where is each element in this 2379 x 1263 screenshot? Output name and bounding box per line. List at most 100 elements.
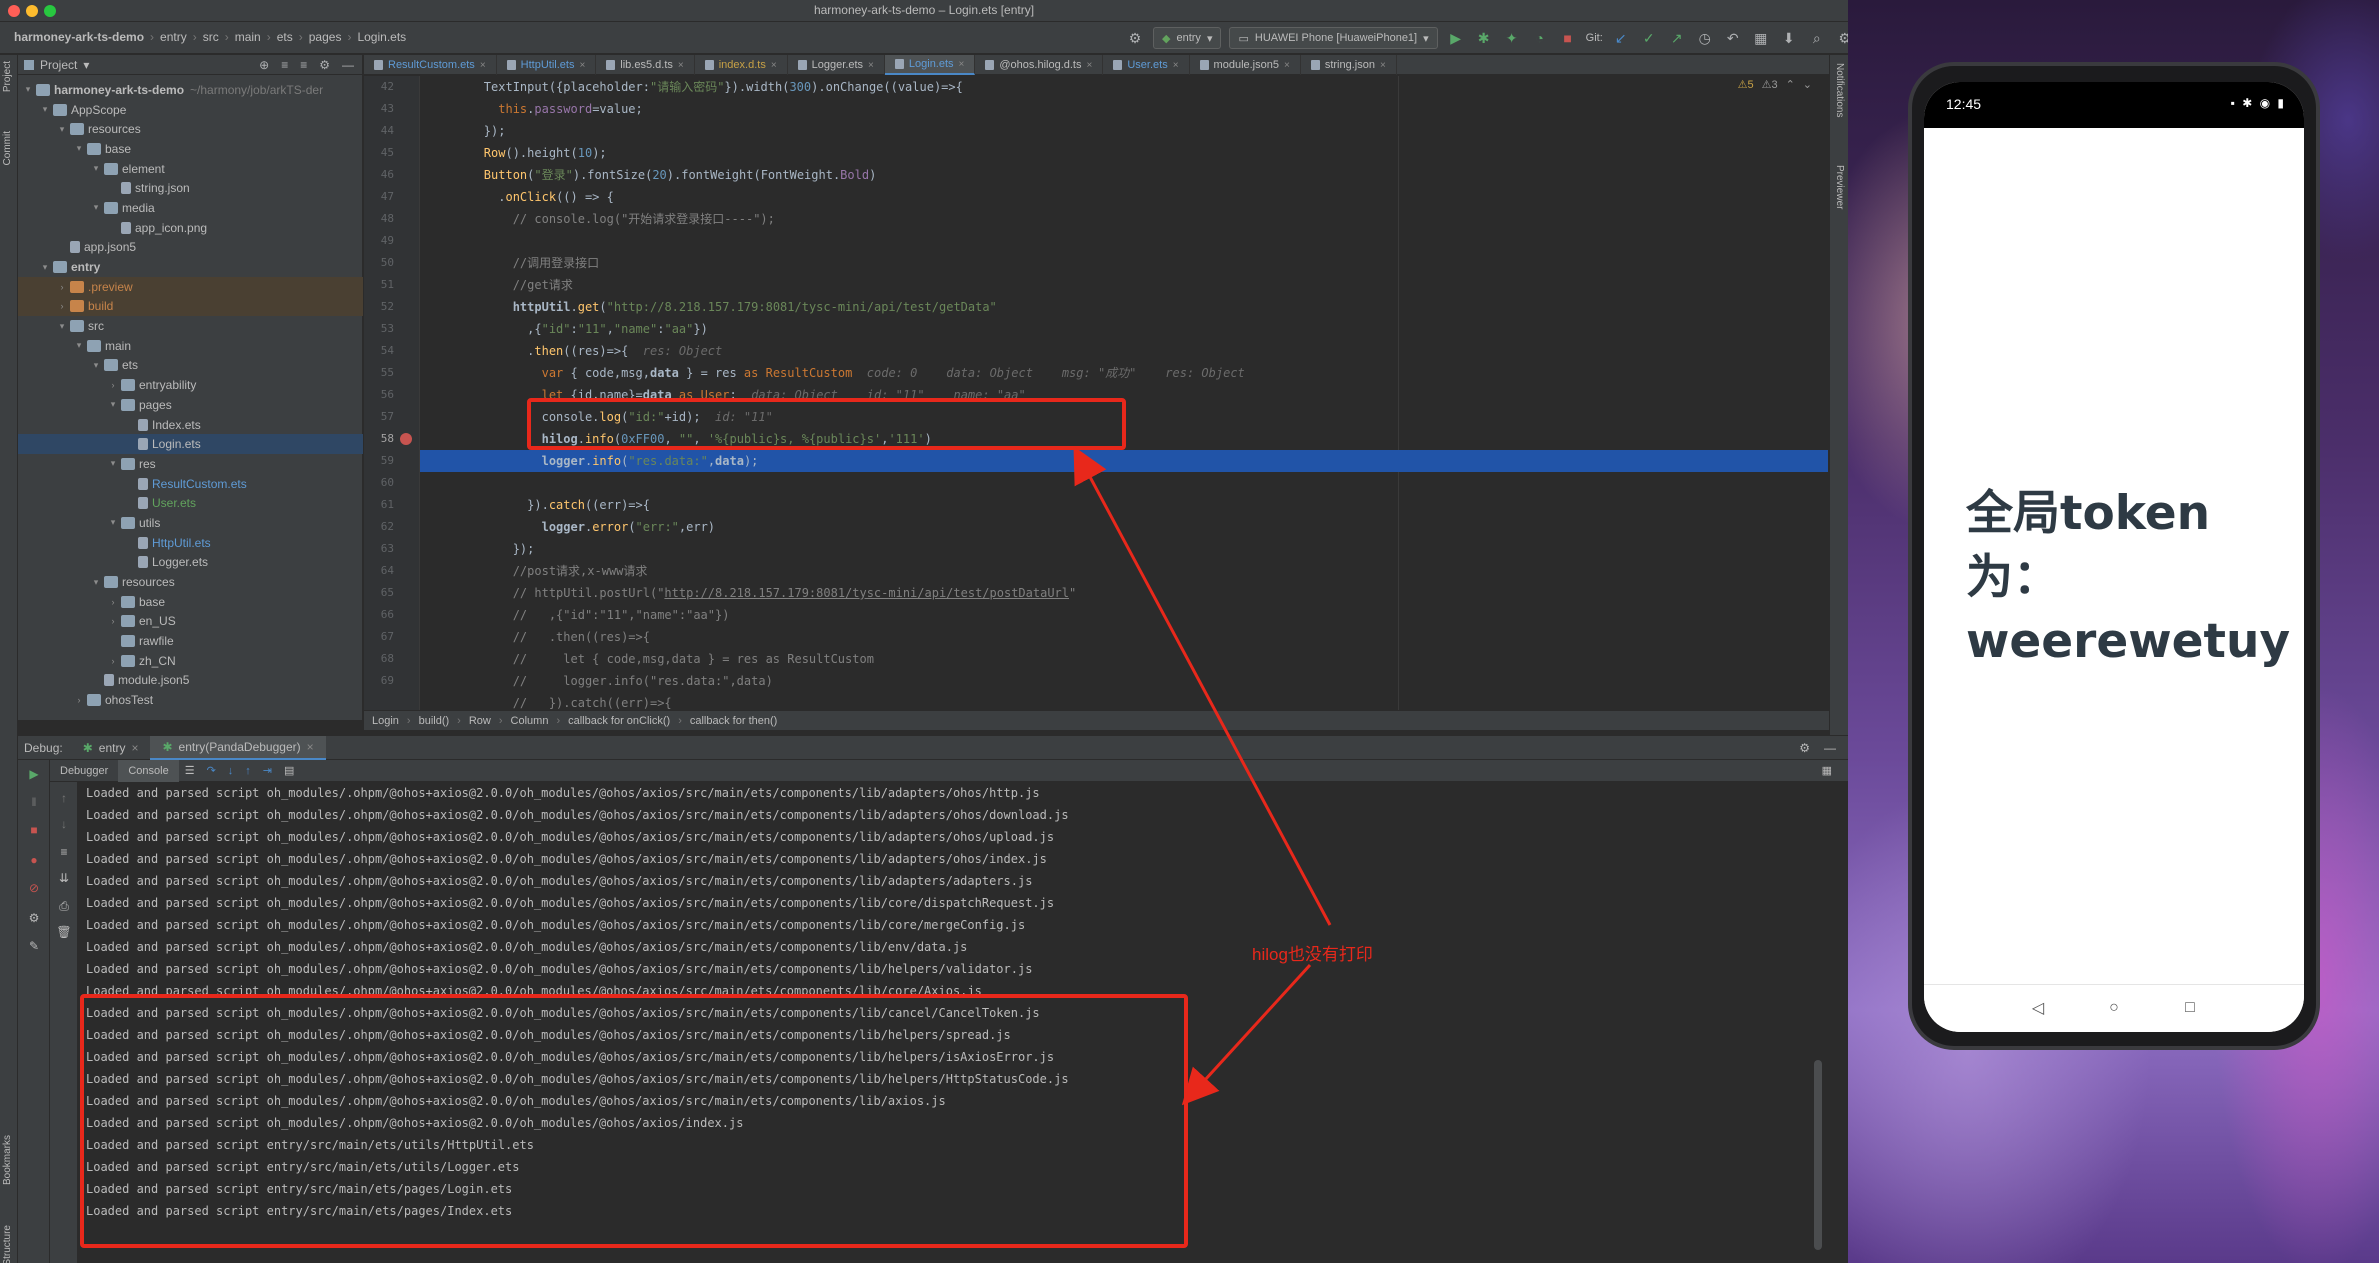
project-tree-item[interactable]: ▾ ets <box>18 356 363 376</box>
chevron-down-icon[interactable]: ▾ <box>107 399 119 410</box>
line-number[interactable]: 45 <box>364 146 394 159</box>
line-number[interactable]: 63 <box>364 542 394 555</box>
chevron-down-icon[interactable]: ▾ <box>73 143 85 154</box>
line-number[interactable]: 69 <box>364 674 394 687</box>
line-number[interactable]: 54 <box>364 344 394 357</box>
close-icon[interactable]: × <box>959 59 965 70</box>
editor-tab[interactable]: string.json × <box>1301 55 1397 75</box>
line-number[interactable]: 47 <box>364 190 394 203</box>
code-line[interactable]: // logger.info("res.data:",data) <box>426 670 773 692</box>
attach-debugger-icon[interactable]: ✦ <box>1502 28 1522 48</box>
project-tree-item[interactable]: ▾ AppScope <box>18 100 363 120</box>
gear-icon[interactable]: ⚙ <box>319 58 330 72</box>
line-number[interactable]: 50 <box>364 256 394 269</box>
chevron-down-icon[interactable]: ▾ <box>39 262 51 273</box>
code-area[interactable]: TextInput({placeholder:"请输入密码"}).width(3… <box>420 76 1828 710</box>
line-number[interactable]: 48 <box>364 212 394 225</box>
git-push-icon[interactable]: ↗ <box>1667 28 1687 48</box>
close-icon[interactable]: × <box>1284 60 1290 71</box>
chevron-down-icon[interactable]: ▾ <box>90 163 102 174</box>
editor-tab[interactable]: module.json5 × <box>1190 55 1301 75</box>
chevron-down-icon[interactable]: ▾ <box>90 577 102 588</box>
close-icon[interactable]: × <box>1087 60 1093 71</box>
chevron-down-icon[interactable]: ▾ <box>107 458 119 469</box>
project-tree-item[interactable]: › .preview <box>18 276 363 297</box>
git-update-icon[interactable]: ↙ <box>1611 28 1631 48</box>
git-commit-icon[interactable]: ✓ <box>1639 28 1659 48</box>
line-number[interactable]: 52 <box>364 300 394 313</box>
line-number[interactable]: 55 <box>364 366 394 379</box>
chevron-right-icon[interactable]: › <box>56 301 68 311</box>
project-view-select[interactable]: Project <box>40 58 77 72</box>
line-number[interactable]: 67 <box>364 630 394 643</box>
breadcrumb-item[interactable]: harmoney-ark-ts-demo <box>8 30 150 44</box>
project-tree-item[interactable]: string.json <box>18 178 363 198</box>
line-number[interactable]: 62 <box>364 520 394 533</box>
step-over-icon[interactable]: ↷ <box>201 764 222 777</box>
close-icon[interactable]: × <box>131 741 138 755</box>
line-number[interactable]: 57 <box>364 410 394 423</box>
project-tree-item[interactable]: ▾ res <box>18 454 363 474</box>
line-number[interactable]: 44 <box>364 124 394 137</box>
bookmarks-tool-button[interactable]: Bookmarks <box>2 1135 13 1185</box>
module-select[interactable]: ◆ entry ▾ <box>1153 27 1222 49</box>
editor-tab[interactable]: ResultCustom.ets × <box>364 55 497 75</box>
project-tree-item[interactable]: ▾ media <box>18 198 363 218</box>
project-tree-item[interactable]: › build <box>18 296 363 317</box>
project-tree-item[interactable]: User.ets <box>18 493 363 513</box>
editor-tab[interactable]: Logger.ets × <box>788 55 885 75</box>
soft-wrap-icon[interactable]: ≡ <box>56 844 72 860</box>
code-line[interactable]: this.password=value; <box>426 98 643 120</box>
chevron-right-icon[interactable]: › <box>56 282 68 292</box>
close-icon[interactable]: × <box>771 60 777 71</box>
project-tree-item[interactable]: Login.ets <box>18 434 363 455</box>
line-number[interactable]: 64 <box>364 564 394 577</box>
line-number[interactable]: 46 <box>364 168 394 181</box>
line-number[interactable]: 56 <box>364 388 394 401</box>
project-tree-item[interactable]: ▾ src <box>18 316 363 336</box>
recents-icon[interactable]: □ <box>2181 999 2199 1017</box>
minimize-icon[interactable]: — <box>1824 741 1836 755</box>
editor-tab[interactable]: @ohos.hilog.d.ts × <box>975 55 1104 75</box>
trash-icon[interactable]: 🗑 <box>56 924 72 940</box>
breadcrumb-item[interactable]: ets <box>271 30 299 44</box>
chevron-down-icon[interactable]: ▾ <box>56 124 68 135</box>
line-number[interactable]: 42 <box>364 80 394 93</box>
sdk-manager-icon[interactable]: ⬇ <box>1779 28 1799 48</box>
project-tree-item[interactable]: › ohosTest <box>18 690 363 710</box>
chevron-right-icon[interactable]: › <box>107 380 119 390</box>
debugger-tab[interactable]: Debugger <box>50 760 118 782</box>
code-line[interactable]: .then((res)=>{ res: Object <box>426 340 722 362</box>
debug-icon[interactable]: ✱ <box>1474 28 1494 48</box>
chevron-down-icon[interactable]: ▾ <box>22 84 34 95</box>
close-icon[interactable]: × <box>1173 60 1179 71</box>
code-line[interactable]: .onClick(() => { <box>426 186 614 208</box>
print-icon[interactable]: ⎙ <box>56 898 72 914</box>
rollback-icon[interactable]: ↶ <box>1723 28 1743 48</box>
editor-crumb[interactable]: Row <box>461 715 499 727</box>
up-arrow-icon[interactable]: ↑ <box>56 790 72 806</box>
profile-icon[interactable]: ◔ <box>1530 28 1550 48</box>
close-icon[interactable]: × <box>1380 60 1386 71</box>
line-number[interactable]: 66 <box>364 608 394 621</box>
code-line[interactable]: logger.error("err:",err) <box>426 516 715 538</box>
code-line[interactable]: Button("登录").fontSize(20).fontWeight(Fon… <box>426 164 877 186</box>
editor-crumb[interactable]: Login <box>364 715 407 727</box>
close-icon[interactable]: × <box>579 60 585 71</box>
chevron-down-icon[interactable]: ▾ <box>107 517 119 528</box>
previewer-tool-button[interactable]: Previewer <box>1834 165 1845 209</box>
code-line[interactable]: //post请求,x-www请求 <box>426 560 648 582</box>
editor-crumb[interactable]: callback for onClick() <box>560 715 678 727</box>
project-tree-item[interactable]: ▾ main <box>18 336 363 356</box>
breadcrumb-item[interactable]: Login.ets <box>351 30 412 44</box>
project-tree-item[interactable]: ▾ utils <box>18 513 363 533</box>
history-icon[interactable]: ◷ <box>1695 28 1715 48</box>
structure-tool-button[interactable]: Structure <box>2 1225 13 1263</box>
chevron-down-icon[interactable]: ▾ <box>90 360 102 371</box>
chevron-right-icon[interactable]: › <box>107 616 119 626</box>
line-number[interactable]: 65 <box>364 586 394 599</box>
project-tree-item[interactable]: ▾ entry <box>18 257 363 277</box>
close-icon[interactable]: × <box>868 60 874 71</box>
editor-tab[interactable]: HttpUtil.ets × <box>497 55 597 75</box>
project-tree-item[interactable]: Logger.ets <box>18 553 363 573</box>
